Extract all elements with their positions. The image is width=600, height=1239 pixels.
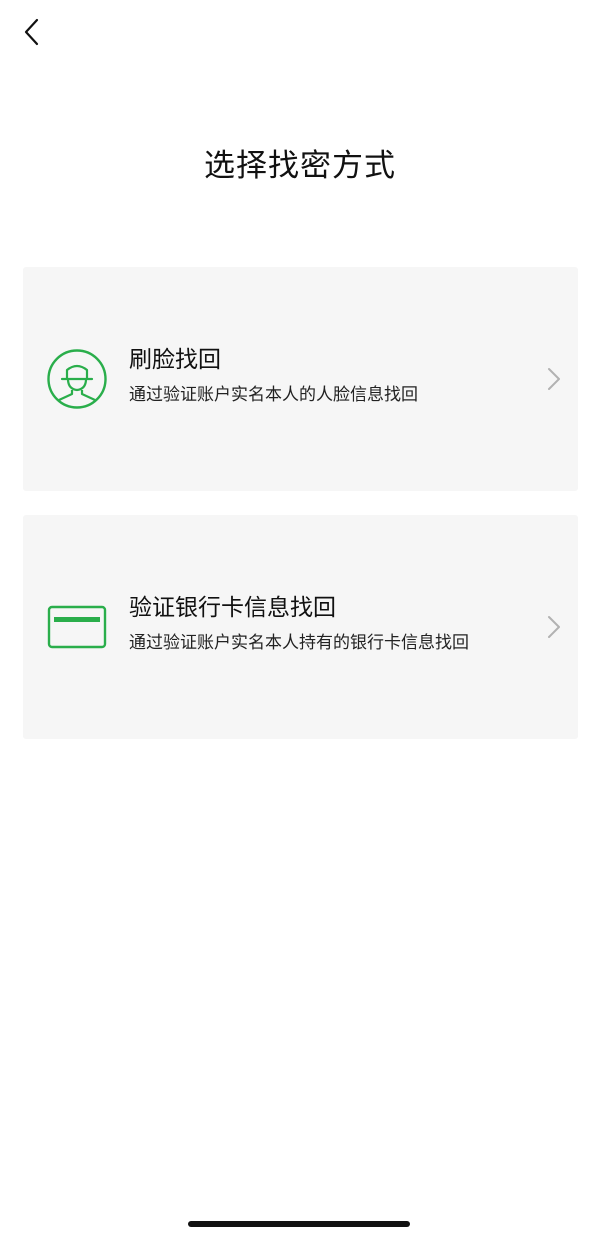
chevron-right-icon — [548, 368, 560, 390]
face-recovery-option[interactable]: 刷脸找回 通过验证账户实名本人的人脸信息找回 — [23, 267, 578, 491]
back-button[interactable] — [14, 14, 50, 50]
home-indicator — [188, 1221, 410, 1227]
bank-card-icon — [45, 595, 109, 659]
option-description: 通过验证账户实名本人的人脸信息找回 — [129, 385, 418, 405]
bank-card-recovery-option[interactable]: 验证银行卡信息找回 通过验证账户实名本人持有的银行卡信息找回 — [23, 515, 578, 739]
chevron-right-icon — [548, 616, 560, 638]
page-title: 选择找密方式 — [204, 148, 396, 184]
face-recognition-icon — [45, 347, 109, 411]
option-title: 刷脸找回 — [129, 347, 221, 373]
option-description: 通过验证账户实名本人持有的银行卡信息找回 — [129, 633, 469, 653]
option-title: 验证银行卡信息找回 — [129, 595, 336, 621]
chevron-left-icon — [24, 18, 39, 46]
